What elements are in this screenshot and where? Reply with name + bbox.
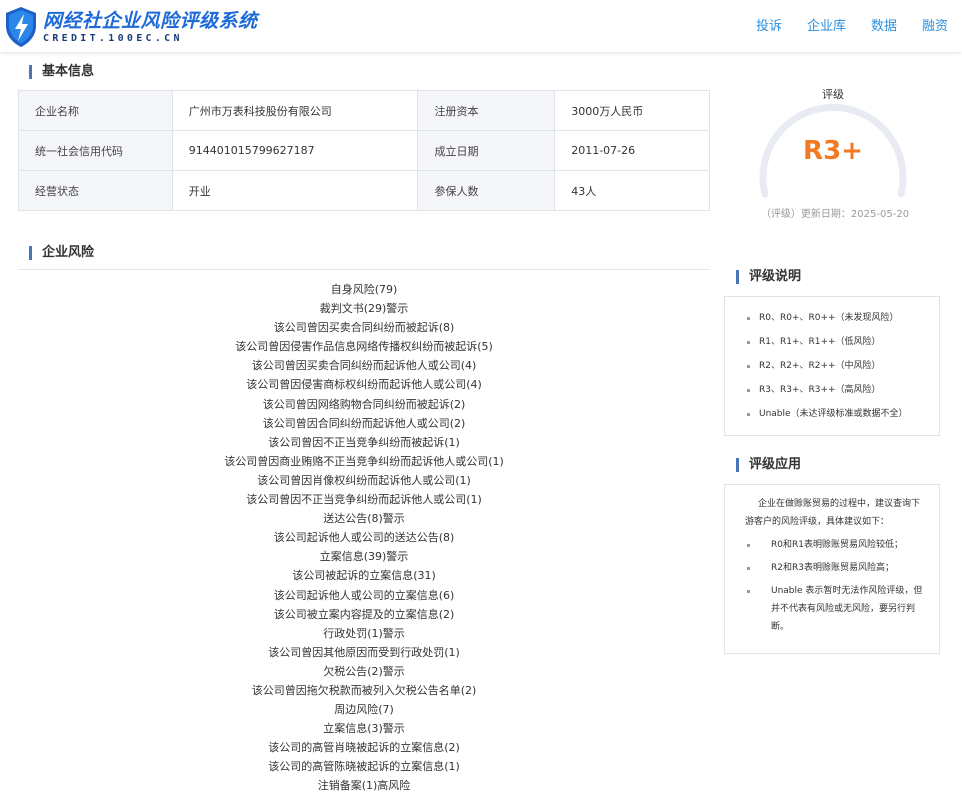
rating-value: R3+	[803, 136, 863, 166]
rating-update-date: （评级）更新日期：2025-05-20	[760, 209, 910, 220]
list-item: 该公司曾因买卖合同纠纷而被起诉(8)	[273, 321, 455, 335]
nav-data[interactable]: 数据	[871, 15, 897, 34]
list-item: 自身风险(79)	[330, 283, 398, 296]
business-status-label: 经营状态	[18, 170, 173, 211]
list-item: Unable（未达评级标准或数据不全）	[745, 402, 931, 426]
credit-code-value: 914401015799627187	[171, 130, 419, 171]
nav-complaint[interactable]: 投诉	[756, 15, 782, 34]
table-row: 企业名称 广州市万表科技股份有限公司 注册资本 3000万人民币	[18, 90, 710, 131]
list-item: 该公司曾因不正当竞争纠纷而起诉他人或公司(1)	[246, 493, 482, 507]
registered-capital-value: 3000万人民币	[554, 90, 710, 131]
insured-count-label: 参保人数	[417, 170, 556, 211]
rating-explain-title: 评级说明	[736, 269, 801, 285]
list-item: 欠税公告(2)警示	[323, 664, 405, 678]
risk-divider	[18, 269, 710, 270]
list-item: 该公司曾因买卖合同纠纷而起诉他人或公司(4)	[251, 359, 477, 373]
rating-apply-title: 评级应用	[736, 457, 801, 473]
list-item: 该公司曾因肖像权纠纷而起诉他人或公司(1)	[257, 473, 471, 487]
shield-bolt-icon	[6, 7, 36, 47]
list-item: R3、R3+、R3++（高风险）	[745, 378, 931, 402]
founded-date-label: 成立日期	[417, 130, 556, 171]
rating-gauge: 评级 R3+	[755, 82, 911, 202]
list-item: 该公司曾因侵害商标权纠纷而起诉他人或公司(4)	[246, 378, 482, 392]
table-row: 统一社会信用代码 914401015799627187 成立日期 2011-07…	[18, 130, 710, 171]
risk-list: 自身风险(79) 裁判文书(29)警示该公司曾因买卖合同纠纷而被起诉(8) 该公司曾…	[18, 280, 710, 796]
list-item: 注销备案(1)高风险	[317, 779, 411, 793]
list-item: R0和R1表明赊账贸易风险较低；	[745, 536, 925, 554]
company-name-label: 企业名称	[18, 90, 173, 131]
list-item: 送达公告(8)警示	[323, 512, 405, 526]
list-item: 该公司被立案内容提及的立案信息(2)	[273, 607, 455, 621]
logo-subtitle: CREDIT.100EC.CN	[43, 32, 183, 44]
rating-apply-list: R0和R1表明赊账贸易风险较低； R2和R3表明赊账贸易风险高； Unable 表示…	[745, 536, 925, 636]
list-item: 该公司被起诉的立案信息(31)	[292, 569, 436, 583]
table-row: 经营状态 开业 参保人数 43人	[18, 170, 710, 211]
rating-explain-list: R0、R0+、R0++（未发现风险） R1、R1+、R1++（低风险） R2、R2+…	[745, 306, 931, 426]
list-item: 行政处罚(1)警示	[323, 626, 405, 640]
list-item: 立案信息(3)警示	[323, 722, 405, 736]
basic-info-title: 基本信息	[29, 64, 94, 80]
company-name-value: 广州市万表科技股份有限公司	[171, 90, 419, 131]
list-item: 该公司曾因网络购物合同纠纷而被起诉(2)	[262, 397, 466, 411]
list-item: 该公司曾因其他原因而受到行政处罚(1)	[268, 645, 460, 659]
logo-title: 网经社企业风险评级系统	[43, 9, 258, 32]
list-item: 该公司曾因不正当竞争纠纷而被起诉(1)	[268, 435, 460, 449]
list-item: 该公司的高管陈晓被起诉的立案信息(1)	[268, 760, 460, 774]
list-item: 立案信息(39)警示	[319, 550, 409, 564]
list-item: R0、R0+、R0++（未发现风险）	[745, 306, 931, 330]
list-item: 该公司曾因侵害作品信息网络传播权纠纷而被起诉(5)	[235, 340, 493, 354]
list-item: 周边风险(7)	[334, 703, 394, 717]
list-item: 该公司起诉他人或公司的立案信息(6)	[273, 588, 455, 602]
list-item: Unable 表示暂时无法作风险评级，但并不代表有风险或无风险，要另行判断。	[745, 582, 925, 636]
list-item: 该公司曾因合同纠纷而起诉他人或公司(2)	[262, 416, 466, 430]
registered-capital-label: 注册资本	[417, 90, 556, 131]
rating-explain-box: R0、R0+、R0++（未发现风险） R1、R1+、R1++（低风险） R2、R2+…	[724, 296, 940, 436]
risk-title: 企业风险	[29, 245, 94, 261]
founded-date-value: 2011-07-26	[554, 130, 710, 171]
list-item: 该公司曾因商业贿赂不正当竞争纠纷而起诉他人或公司(1)	[224, 454, 504, 468]
list-item: 该公司起诉他人或公司的送达公告(8)	[273, 531, 455, 545]
list-item: 该公司的高管肖晓被起诉的立案信息(2)	[268, 741, 460, 755]
top-header: 网经社企业风险评级系统 CREDIT.100EC.CN 投诉 企业库 数据 融资	[0, 0, 962, 52]
nav-company-library[interactable]: 企业库	[807, 15, 846, 34]
credit-code-label: 统一社会信用代码	[18, 130, 173, 171]
main-nav: 投诉 企业库 数据 融资	[731, 15, 948, 34]
list-item: R2、R2+、R2++（中风险）	[745, 354, 931, 378]
insured-count-value: 43人	[554, 170, 710, 211]
list-item: 该公司曾因拖欠税款而被列入欠税公告名单(2)	[251, 683, 477, 697]
list-item: R1、R1+、R1++（低风险）	[745, 330, 931, 354]
rating-label: 评级	[822, 88, 844, 101]
basic-info-table: 企业名称 广州市万表科技股份有限公司 注册资本 3000万人民币 统一社会信用代…	[18, 90, 710, 211]
rating-apply-intro: 企业在做赊账贸易的过程中，建议查询下游客户的风险评级，具体建议如下：	[745, 499, 921, 527]
business-status-value: 开业	[171, 170, 419, 211]
rating-apply-box: 企业在做赊账贸易的过程中，建议查询下游客户的风险评级，具体建议如下： R0和R1…	[724, 484, 940, 654]
nav-financing[interactable]: 融资	[922, 15, 948, 34]
list-item: R2和R3表明赊账贸易风险高；	[745, 559, 925, 577]
list-item: 裁判文书(29)警示	[319, 302, 409, 316]
site-logo[interactable]: 网经社企业风险评级系统 CREDIT.100EC.CN	[4, 6, 258, 48]
